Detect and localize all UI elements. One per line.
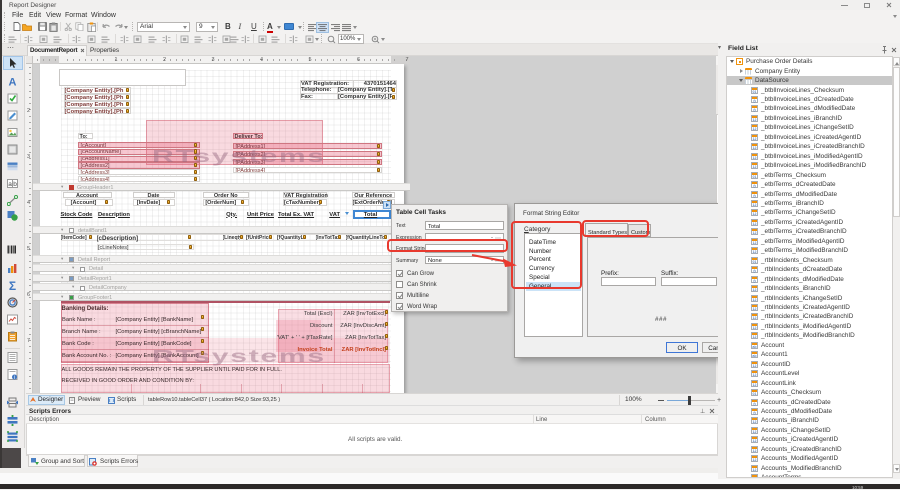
svg-text:A: A	[9, 77, 17, 88]
svg-text:Σ: Σ	[9, 280, 16, 291]
svg-text:b: b	[13, 181, 17, 188]
svg-text:a: a	[8, 181, 12, 188]
svg-text:i: i	[14, 375, 15, 380]
